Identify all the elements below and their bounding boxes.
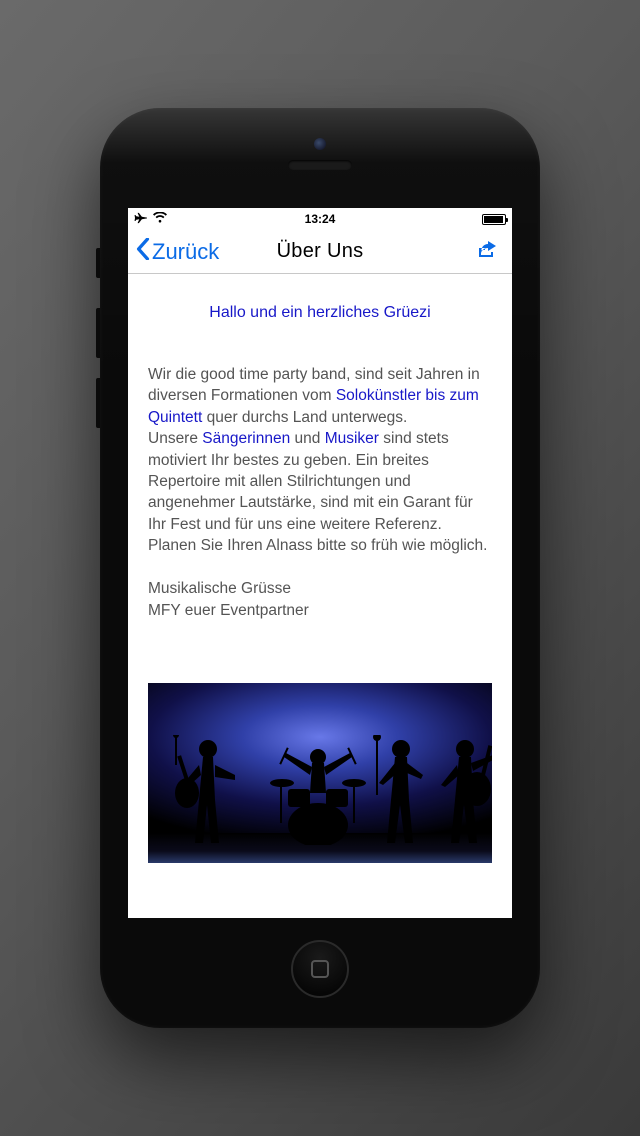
singer-silhouette (373, 735, 428, 845)
earpiece-speaker (288, 160, 352, 170)
home-button[interactable] (291, 940, 349, 998)
text: Unsere (148, 430, 202, 447)
page-title: Über Uns (277, 240, 364, 263)
phone-frame: 13:24 Zurück Über Uns Hallo und ein herz… (100, 108, 540, 1028)
status-bar: 13:24 (128, 208, 512, 230)
band-silhouette-image (148, 683, 492, 863)
share-button[interactable] (476, 240, 504, 264)
status-time: 13:24 (305, 212, 336, 226)
link-singers[interactable]: Sängerinnen (202, 430, 290, 447)
body-paragraph-3: Planen Sie Ihren Alnass bitte so früh wi… (148, 535, 492, 556)
chevron-left-icon (136, 238, 150, 266)
body-paragraph-2: Unsere Sängerinnen und Musiker sind stet… (148, 428, 492, 535)
battery-icon (482, 214, 506, 225)
link-musicians[interactable]: Musiker (325, 430, 379, 447)
text: quer durchs Land unterwegs. (202, 409, 407, 426)
nav-bar: Zurück Über Uns (128, 230, 512, 274)
drummer-silhouette (268, 745, 368, 845)
share-icon (476, 240, 500, 260)
signature-line-1: Musikalische Grüsse (148, 578, 492, 599)
screen: 13:24 Zurück Über Uns Hallo und ein herz… (128, 208, 512, 918)
back-button[interactable]: Zurück (136, 238, 219, 266)
bassist-silhouette (433, 735, 492, 845)
volume-up (96, 308, 100, 358)
text: und (290, 430, 324, 447)
back-label: Zurück (152, 239, 219, 265)
guitarist-silhouette (173, 735, 243, 845)
content-area[interactable]: Hallo und ein herzliches Grüezi Wir die … (128, 274, 512, 918)
body-paragraph-1: Wir die good time party band, sind seit … (148, 364, 492, 428)
wifi-icon (153, 212, 167, 226)
volume-down (96, 378, 100, 428)
mute-switch (96, 248, 100, 278)
airplane-icon (134, 212, 148, 227)
front-camera (314, 138, 326, 150)
signature: Musikalische Grüsse MFY euer Eventpartne… (148, 578, 492, 621)
greeting-heading: Hallo und ein herzliches Grüezi (148, 302, 492, 324)
signature-line-2: MFY euer Eventpartner (148, 600, 492, 621)
